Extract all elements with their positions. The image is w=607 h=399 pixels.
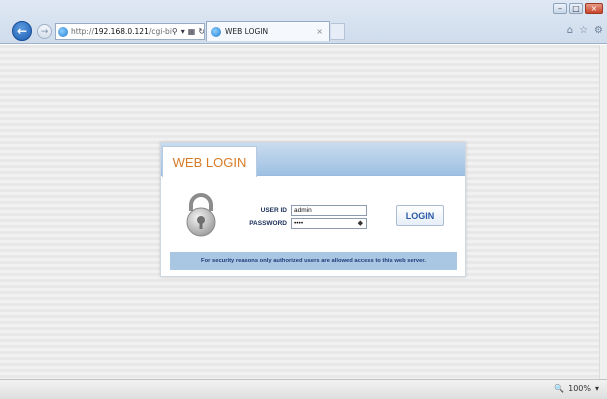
tab-web-login[interactable]: WEB LOGIN × [206,21,330,41]
window-controls: – □ × [553,3,603,14]
forward-arrow-icon: → [40,26,49,37]
chevron-down-icon: ▾ [594,384,599,393]
login-title: WEB LOGIN [162,146,257,177]
address-tools: ⚲ ▾ ▦ ↻ [172,27,204,36]
new-tab-button[interactable] [331,23,345,40]
reveal-password-icon[interactable]: ◆ [358,219,363,228]
tab-favicon-icon [211,26,221,37]
minimize-button[interactable]: – [553,3,567,14]
login-button[interactable]: LOGIN [396,205,444,226]
ie-page-icon [58,26,68,37]
user-id-input[interactable]: admin [291,205,367,216]
address-bar[interactable]: http://192.168.0.121/cgi-bi ⚲ ▾ ▦ ↻ [55,23,205,40]
url-path: /cgi-bi [148,27,172,36]
zoom-icon: 🔍 [554,384,565,393]
password-label: PASSWORD [249,220,287,227]
browser-chrome: – □ × ← → http://192.168.0.121/cgi-bi ⚲ … [0,0,607,44]
login-panel: WEB LOGIN USER ID admin PASSWORD •••• ◆ … [160,142,466,277]
refresh-icon[interactable]: ↻ [198,27,204,36]
close-window-button[interactable]: × [585,3,603,14]
url-host: 192.168.0.121 [93,27,149,36]
vertical-scrollbar[interactable] [599,45,607,379]
back-button[interactable]: ← [12,21,32,41]
password-value: •••• [294,220,304,227]
star-icon[interactable]: ☆ [579,25,588,36]
browser-tools: ⌂ ☆ ⚙ [567,25,603,36]
user-id-label: USER ID [260,207,287,214]
gear-icon[interactable]: ⚙ [594,25,603,36]
password-input[interactable]: •••• ◆ [291,218,367,229]
home-icon[interactable]: ⌂ [567,25,573,36]
forward-button[interactable]: → [37,24,52,39]
zoom-level: 100% [568,384,591,393]
security-notice: For security reasons only authorized use… [170,252,457,270]
padlock-icon [186,193,216,237]
compatibility-view-icon[interactable]: ▦ [188,27,196,36]
tab-close-icon[interactable]: × [316,27,323,36]
login-panel-header: WEB LOGIN [161,143,465,177]
zoom-control[interactable]: 🔍 100% ▾ [554,384,599,393]
dropdown-icon[interactable]: ▾ [181,27,185,36]
url-scheme: http:// [71,27,94,36]
search-icon[interactable]: ⚲ [172,27,178,36]
back-arrow-icon: ← [16,24,28,38]
maximize-button[interactable]: □ [569,3,583,14]
status-bar: 🔍 100% ▾ [0,379,607,399]
tab-title: WEB LOGIN [225,27,269,36]
